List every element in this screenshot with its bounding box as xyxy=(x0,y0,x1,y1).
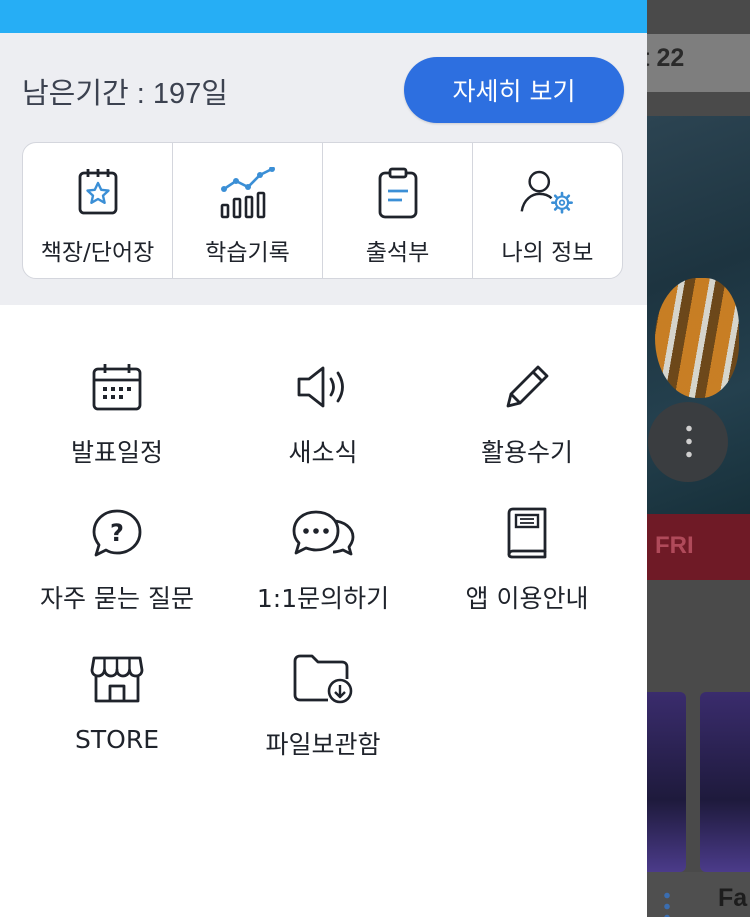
menu-item-label: 1:1문의하기 xyxy=(256,584,390,613)
calendar-icon xyxy=(85,355,149,419)
speaker-icon xyxy=(291,355,355,419)
learning-chart-icon xyxy=(220,165,276,221)
menu-item-news[interactable]: 새소식 xyxy=(206,355,440,469)
menu-item-label: 자주 묻는 질문 xyxy=(40,584,194,613)
pencil-icon xyxy=(495,355,559,419)
user-settings-icon xyxy=(520,165,576,221)
background-more-dots-icon xyxy=(686,422,692,462)
quick-item-label: 책장/단어장 xyxy=(40,240,155,266)
clipboard-icon xyxy=(370,165,426,221)
menu-item-store[interactable]: STORE xyxy=(0,647,234,754)
quick-item-bookshelf[interactable]: 책장/단어장 xyxy=(23,143,173,278)
quick-item-label: 나의 정보 xyxy=(501,240,594,266)
background-card-title: Fa xyxy=(718,884,748,912)
quick-item-my-info[interactable]: 나의 정보 xyxy=(473,143,622,278)
menu-item-faq[interactable]: ? 자주 묻는 질문 xyxy=(0,501,234,615)
background-kebab-icon[interactable] xyxy=(664,890,670,917)
menu-item-label: STORE xyxy=(75,725,159,754)
background-fish-illustration xyxy=(655,278,739,398)
quick-menu: 책장/단어장 학습기록 출석부 나의 정보 xyxy=(22,142,623,279)
quick-item-attendance[interactable]: 출석부 xyxy=(323,143,473,278)
chat-bubbles-icon xyxy=(291,501,355,565)
quick-item-label: 학습기록 xyxy=(205,240,290,266)
folder-download-icon xyxy=(291,647,355,711)
book-icon xyxy=(495,501,559,565)
remaining-period-text: 남은기간 : 197일 xyxy=(22,78,228,110)
menu-item-label: 활용수기 xyxy=(480,438,573,467)
background-card[interactable] xyxy=(700,692,750,872)
menu-item-inquiry[interactable]: 1:1문의하기 xyxy=(206,501,440,615)
menu-item-app-guide[interactable]: 앱 이용안내 xyxy=(410,501,644,615)
menu-item-release-schedule[interactable]: 발표일정 xyxy=(0,355,234,469)
bookshelf-star-icon xyxy=(70,165,126,221)
menu-item-label: 앱 이용안내 xyxy=(465,584,589,613)
background-day-label: FRI xyxy=(655,532,694,559)
status-bar xyxy=(0,0,647,33)
store-icon xyxy=(85,647,149,711)
menu-item-testimonials[interactable]: 활용수기 xyxy=(410,355,644,469)
quick-item-label: 출석부 xyxy=(365,240,430,266)
menu-item-label: 발표일정 xyxy=(70,438,163,467)
menu-item-label: 새소식 xyxy=(288,438,358,467)
detail-view-button[interactable]: 자세히 보기 xyxy=(404,57,624,123)
question-bubble-icon: ? xyxy=(85,501,149,565)
menu-item-label: 파일보관함 xyxy=(265,730,381,759)
quick-item-learning-record[interactable]: 학습기록 xyxy=(173,143,323,278)
side-drawer: 남은기간 : 197일 자세히 보기 책장/단어장 학습기록 출석부 나의 정보… xyxy=(0,0,647,917)
svg-text:?: ? xyxy=(110,519,124,547)
menu-item-file-storage[interactable]: 파일보관함 xyxy=(206,647,440,761)
